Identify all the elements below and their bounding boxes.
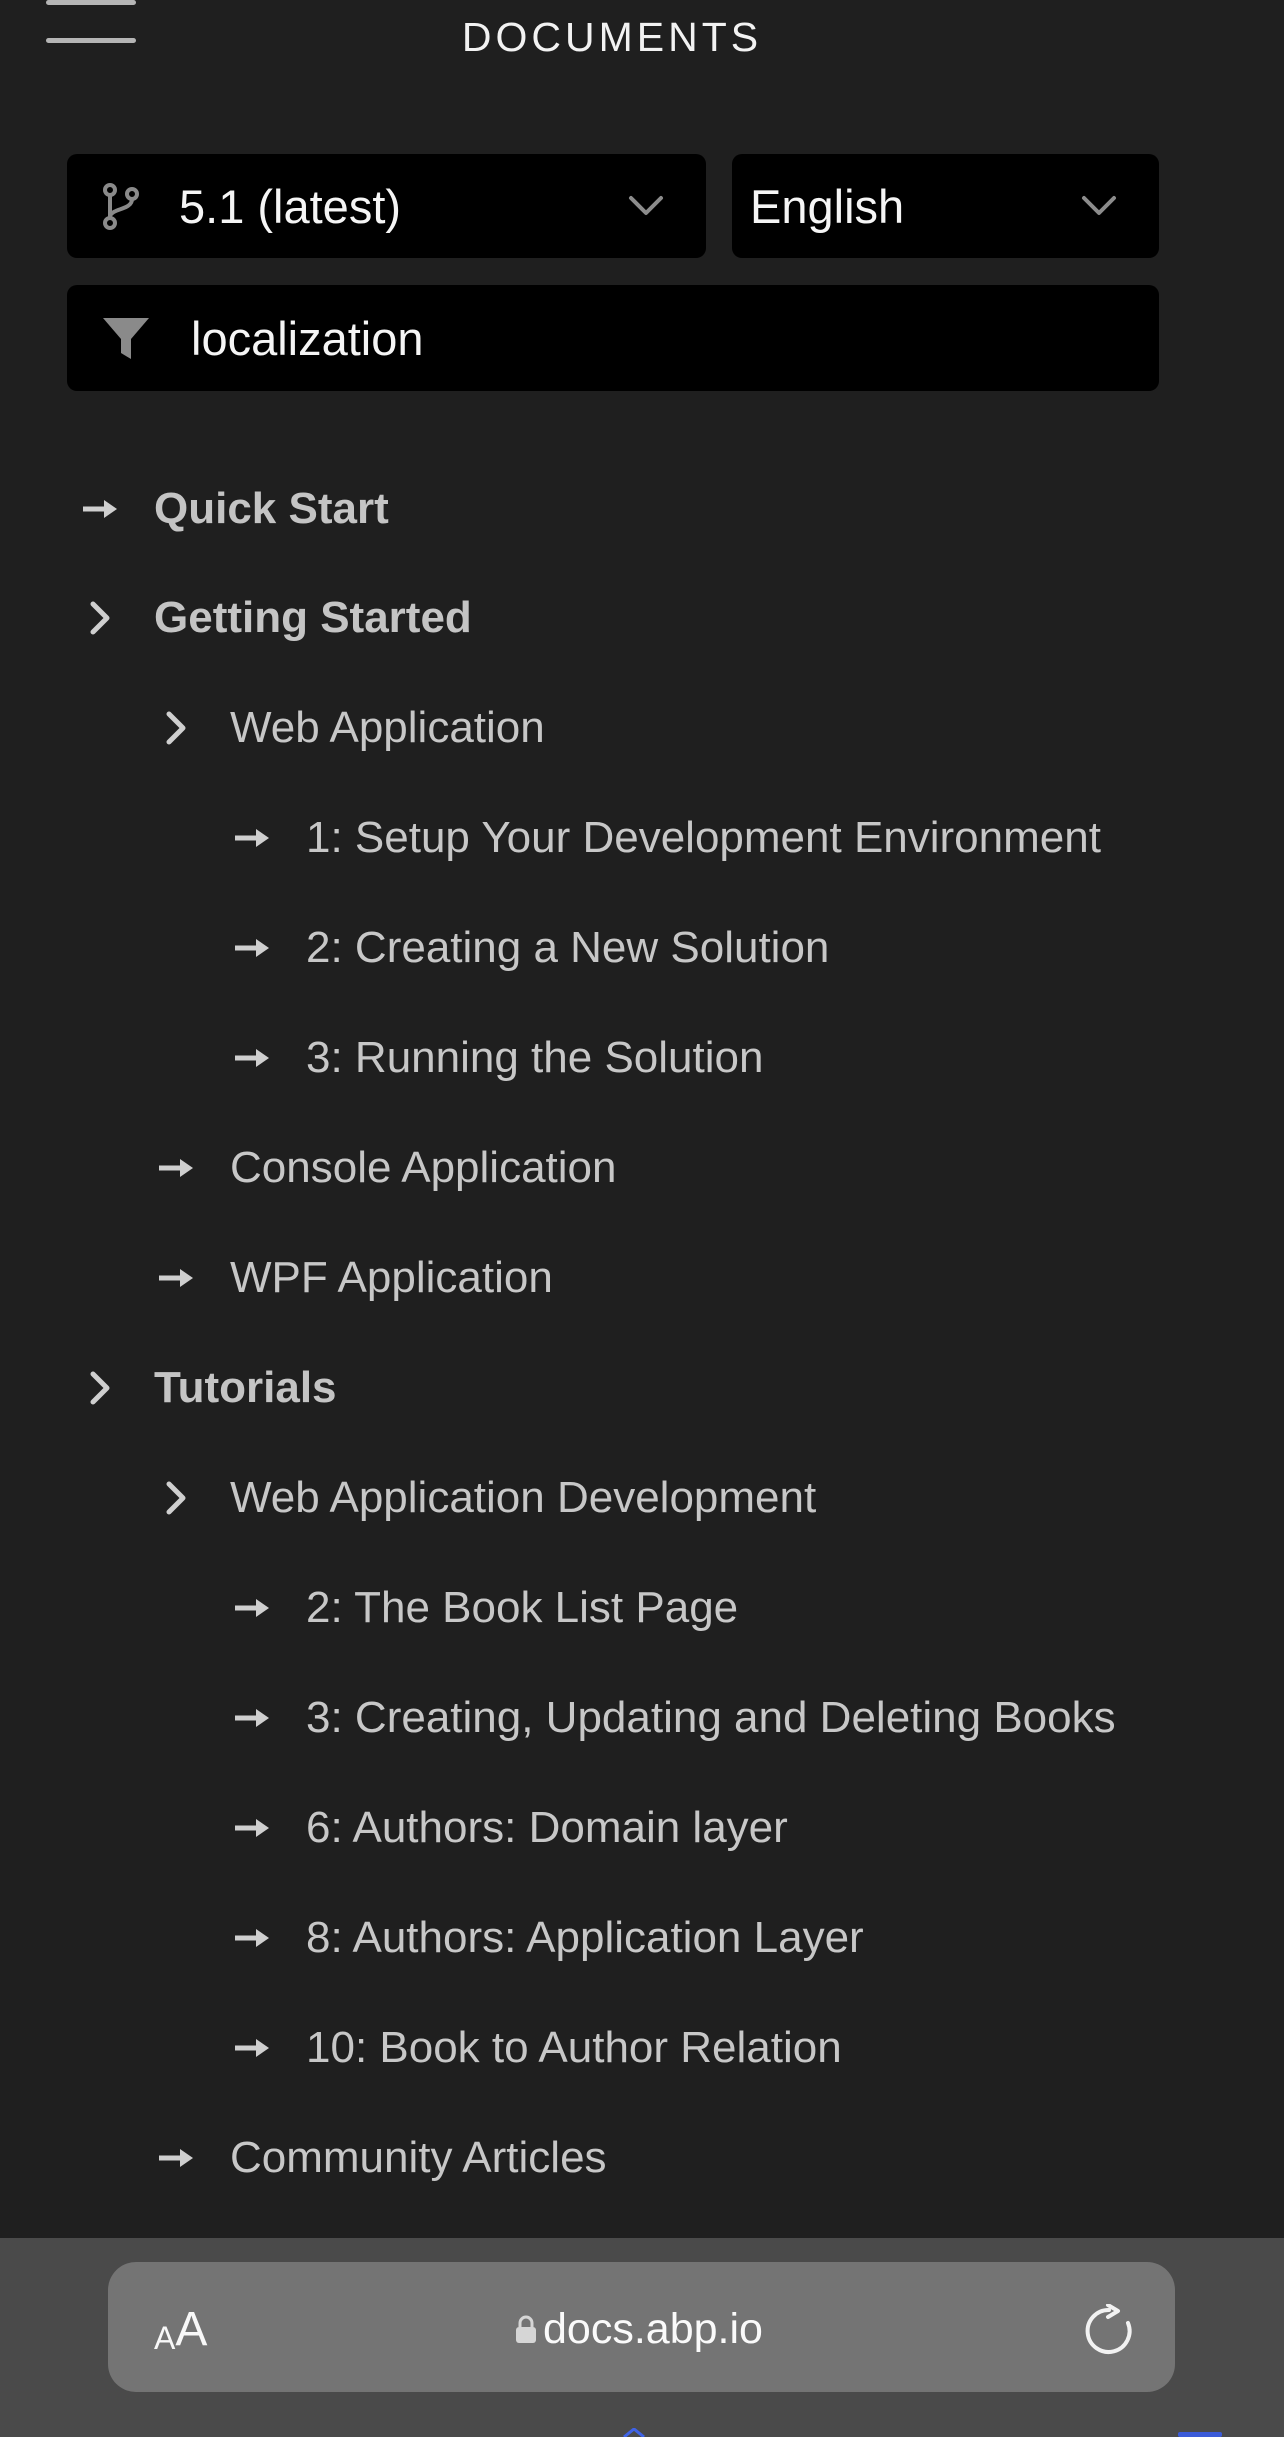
nav-item-label: 2: Creating a New Solution — [306, 923, 830, 972]
version-select[interactable]: 5.1 (latest) — [67, 154, 706, 258]
reload-icon[interactable] — [1082, 2304, 1136, 2358]
arrow-right-icon — [80, 489, 120, 529]
nav-item-label: Console Application — [230, 1143, 617, 1192]
chevron-down-icon — [629, 196, 663, 215]
nav-item-label: 2: The Book List Page — [306, 1583, 739, 1632]
nav-item-book-to-author-relation[interactable]: 10: Book to Author Relation — [232, 2008, 842, 2088]
nav-item-wpf-application[interactable]: WPF Application — [156, 1238, 553, 1318]
filter-box[interactable] — [67, 285, 1159, 391]
arrow-right-icon — [232, 1918, 272, 1958]
arrow-right-icon — [232, 818, 272, 858]
arrow-right-icon — [232, 1808, 272, 1848]
language-select[interactable]: English — [732, 154, 1159, 258]
nav-item-book-list-page[interactable]: 2: The Book List Page — [232, 1568, 738, 1648]
nav-item-label: Getting Started — [154, 593, 472, 642]
chevron-right-icon — [156, 708, 196, 748]
arrow-right-icon — [232, 2028, 272, 2068]
arrow-right-icon — [232, 1588, 272, 1628]
tab-indicator — [1178, 2432, 1222, 2437]
partial-icon — [623, 2428, 645, 2437]
filter-funnel-icon — [103, 318, 149, 359]
text-size-small-glyph: A — [154, 2320, 176, 2356]
nav-item-creating-updating-deleting-books[interactable]: 3: Creating, Updating and Deleting Books — [232, 1678, 1116, 1758]
nav-item-label: 8: Authors: Application Layer — [306, 1913, 864, 1962]
page-title: DOCUMENTS — [461, 14, 763, 60]
nav-item-community-articles[interactable]: Community Articles — [156, 2118, 607, 2198]
url-display[interactable]: docs.abp.io — [515, 2294, 763, 2364]
arrow-right-icon — [156, 2138, 196, 2178]
version-select-value: 5.1 (latest) — [179, 179, 402, 233]
arrow-right-icon — [232, 1698, 272, 1738]
text-size-big-glyph: A — [175, 2303, 208, 2356]
nav-item-authors-application-layer[interactable]: 8: Authors: Application Layer — [232, 1898, 864, 1978]
nav-item-setup-environment[interactable]: 1: Setup Your Development Environment — [232, 798, 1101, 878]
arrow-right-icon — [232, 928, 272, 968]
nav-item-quick-start[interactable]: Quick Start — [80, 469, 389, 549]
chevron-down-icon — [1082, 196, 1116, 215]
nav-item-label: 1: Setup Your Development Environment — [306, 813, 1101, 862]
nav-item-label: Tutorials — [154, 1363, 337, 1412]
nav-item-web-application-development[interactable]: Web Application Development — [156, 1458, 816, 1538]
arrow-right-icon — [156, 1258, 196, 1298]
nav-item-label: 10: Book to Author Relation — [306, 2023, 842, 2072]
text-size-button[interactable]: A A — [154, 2297, 207, 2357]
url-text: docs.abp.io — [543, 2304, 763, 2353]
nav-item-label: Community Articles — [230, 2133, 607, 2182]
lock-icon — [516, 2315, 536, 2343]
nav-item-running-solution[interactable]: 3: Running the Solution — [232, 1018, 763, 1098]
language-select-value: English — [750, 179, 905, 233]
chevron-right-icon — [80, 598, 120, 638]
arrow-right-icon — [232, 1038, 272, 1078]
nav-item-label: Web Application — [230, 703, 545, 752]
chevron-right-icon — [156, 1478, 196, 1518]
nav-item-creating-solution[interactable]: 2: Creating a New Solution — [232, 908, 829, 988]
git-branch-icon — [103, 183, 139, 230]
nav-item-label: 6: Authors: Domain layer — [306, 1803, 788, 1852]
chevron-right-icon — [80, 1368, 120, 1408]
nav-item-label: WPF Application — [230, 1253, 553, 1302]
nav-item-console-application[interactable]: Console Application — [156, 1128, 616, 1208]
nav-item-tutorials[interactable]: Tutorials — [80, 1348, 337, 1428]
filter-input[interactable] — [191, 310, 1091, 366]
nav-item-label: Web Application Development — [230, 1473, 817, 1522]
nav-item-authors-domain-layer[interactable]: 6: Authors: Domain layer — [232, 1788, 788, 1868]
nav-item-web-application[interactable]: Web Application — [156, 688, 545, 768]
nav-item-label: Quick Start — [154, 484, 389, 533]
nav-item-label: 3: Running the Solution — [306, 1033, 764, 1082]
arrow-right-icon — [156, 1148, 196, 1188]
nav-item-label: 3: Creating, Updating and Deleting Books — [306, 1693, 1116, 1742]
nav-item-getting-started[interactable]: Getting Started — [80, 578, 472, 658]
